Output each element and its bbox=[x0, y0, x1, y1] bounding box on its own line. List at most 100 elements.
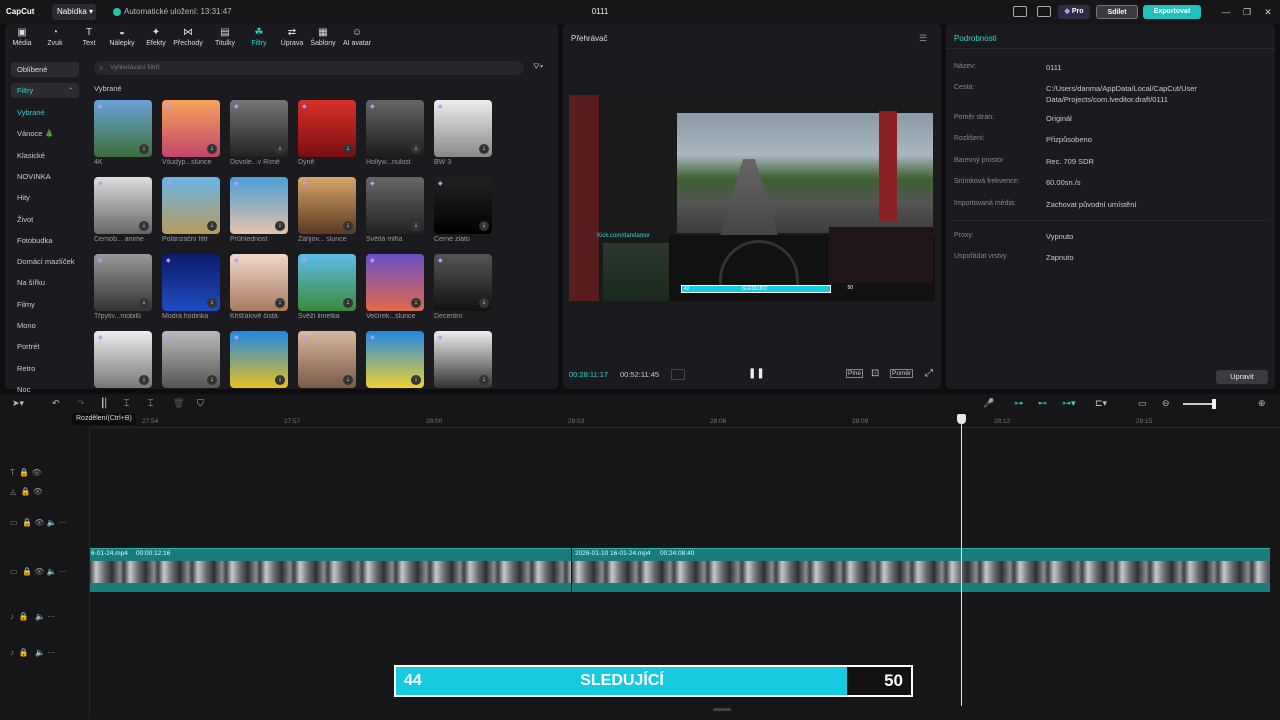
filter-category[interactable]: Vybrané bbox=[11, 105, 79, 120]
download-icon[interactable]: ↓ bbox=[411, 298, 421, 308]
tab-media[interactable]: ▣ Média bbox=[5, 28, 39, 52]
download-icon[interactable]: ↓ bbox=[479, 375, 489, 385]
download-icon[interactable]: ↓ bbox=[411, 221, 421, 231]
download-icon[interactable]: ↓ bbox=[411, 375, 421, 385]
download-icon[interactable]: ↓ bbox=[275, 375, 285, 385]
tab-effects[interactable]: ✦ Efekty bbox=[139, 28, 173, 52]
sort-filter-icon[interactable]: ⛛▾ bbox=[533, 62, 543, 72]
filter-thumbnail[interactable]: ◆ ↓ bbox=[366, 254, 424, 311]
download-icon[interactable]: ↓ bbox=[139, 221, 149, 231]
export-button[interactable]: Exportovat bbox=[1143, 5, 1201, 19]
split-right-icon[interactable]: ⌶ bbox=[148, 398, 153, 409]
split-left-icon[interactable]: ⌶ bbox=[124, 398, 129, 409]
filter-category[interactable]: Fotobudka bbox=[11, 233, 79, 248]
link-icon[interactable]: ⊶ bbox=[1014, 398, 1023, 409]
tab-templates[interactable]: ▦ Šablony bbox=[306, 28, 340, 52]
video-clip[interactable]: 6-01-24.mp4 00:00:12:16 bbox=[90, 548, 571, 592]
select-tool-icon[interactable]: ➤▾ bbox=[12, 398, 24, 409]
download-icon[interactable]: ↓ bbox=[139, 375, 149, 385]
filter-thumbnail[interactable]: ◆ ↓ bbox=[94, 177, 152, 234]
layout-icon[interactable] bbox=[1013, 6, 1027, 17]
tab-transitions[interactable]: ⋈ Přechody bbox=[171, 28, 205, 52]
filter-thumbnail[interactable]: ◆ ↓ bbox=[230, 331, 288, 388]
filter-thumbnail[interactable]: ◆ ↓ bbox=[366, 177, 424, 234]
search-input[interactable]: Vyhledávání filtrů bbox=[94, 61, 524, 75]
filter-thumbnail[interactable]: ◆ ↓ bbox=[94, 331, 152, 388]
filter-thumbnail[interactable]: ◆ ↓ bbox=[162, 331, 220, 388]
filter-category[interactable]: Portrét bbox=[11, 339, 79, 354]
playhead-handle[interactable] bbox=[957, 414, 966, 424]
filter-thumbnail[interactable]: ◆ ↓ bbox=[298, 177, 356, 234]
filter-thumbnail[interactable]: ◆ ↓ bbox=[162, 254, 220, 311]
download-icon[interactable]: ↓ bbox=[275, 298, 285, 308]
download-icon[interactable]: ↓ bbox=[411, 144, 421, 154]
redo-icon[interactable]: ↷ bbox=[77, 398, 85, 409]
microphone-icon[interactable]: 🎤 bbox=[983, 398, 994, 409]
menu-icon[interactable]: ☰ bbox=[919, 33, 927, 44]
category-filters[interactable]: Filtry ⌃ bbox=[11, 83, 79, 98]
delete-icon[interactable]: 🗑 bbox=[173, 398, 184, 409]
filter-thumbnail[interactable]: ◆ ↓ bbox=[94, 100, 152, 157]
tab-filters[interactable]: ☘ Filtry bbox=[242, 28, 276, 52]
filter-category[interactable]: Mono bbox=[11, 318, 79, 333]
screenshot-icon[interactable]: ⊡ bbox=[871, 368, 879, 379]
undo-icon[interactable]: ↶ bbox=[52, 398, 60, 409]
tab-ai-avatar[interactable]: ☺ AI avatar bbox=[340, 28, 374, 52]
pro-button[interactable]: ◆ Pro bbox=[1058, 5, 1090, 19]
tab-audio[interactable]: ◔ Zvuk bbox=[38, 28, 72, 52]
download-icon[interactable]: ↓ bbox=[207, 375, 217, 385]
filter-category[interactable]: Domácí mazlíček bbox=[11, 254, 79, 269]
timeline-grid-icon[interactable] bbox=[671, 369, 685, 380]
download-icon[interactable]: ↓ bbox=[343, 221, 353, 231]
download-icon[interactable]: ↓ bbox=[275, 221, 285, 231]
filter-thumbnail[interactable]: ◆ ↓ bbox=[298, 331, 356, 388]
download-icon[interactable]: ↓ bbox=[479, 298, 489, 308]
shortcuts-icon[interactable] bbox=[1037, 6, 1051, 17]
zoom-slider-handle[interactable] bbox=[1212, 399, 1216, 409]
filter-category[interactable]: Klasické bbox=[11, 148, 79, 163]
full-button[interactable]: Plné bbox=[846, 369, 864, 378]
download-icon[interactable]: ↓ bbox=[479, 221, 489, 231]
filter-thumbnail[interactable]: ◆ ↓ bbox=[434, 331, 492, 388]
zoom-out-icon[interactable]: ⊖ bbox=[1162, 398, 1170, 409]
snap-icon[interactable]: ⊶▾ bbox=[1062, 398, 1076, 409]
filter-category[interactable]: Vánoce 🎄 bbox=[11, 126, 79, 141]
tab-adjust[interactable]: ⇄ Úprava bbox=[275, 28, 309, 52]
filter-thumbnail[interactable]: ◆ ↓ bbox=[162, 100, 220, 157]
preview-axis-icon[interactable]: ⊏▾ bbox=[1095, 398, 1107, 409]
filter-thumbnail[interactable]: ◆ ↓ bbox=[434, 177, 492, 234]
download-icon[interactable]: ↓ bbox=[275, 144, 285, 154]
download-icon[interactable]: ↓ bbox=[139, 144, 149, 154]
tab-captions[interactable]: ▤ Titulky bbox=[208, 28, 242, 52]
download-icon[interactable]: ↓ bbox=[343, 375, 353, 385]
filter-category[interactable]: Hity bbox=[11, 190, 79, 205]
magnet-icon[interactable]: ⊷ bbox=[1038, 398, 1047, 409]
filter-thumbnail[interactable]: ◆ ↓ bbox=[434, 100, 492, 157]
panel-resize-handle[interactable] bbox=[713, 708, 731, 711]
pause-icon[interactable]: ❚❚ bbox=[748, 368, 765, 379]
download-icon[interactable]: ↓ bbox=[479, 144, 489, 154]
filter-thumbnail[interactable]: ◆ ↓ bbox=[298, 254, 356, 311]
share-button[interactable]: Sdílet bbox=[1096, 5, 1138, 19]
ruler[interactable] bbox=[90, 414, 1280, 428]
filter-thumbnail[interactable]: ◆ ↓ bbox=[230, 100, 288, 157]
close-icon[interactable]: ✕ bbox=[1261, 5, 1275, 19]
download-icon[interactable]: ↓ bbox=[343, 298, 353, 308]
download-icon[interactable]: ↓ bbox=[207, 144, 217, 154]
maximize-icon[interactable]: ❐ bbox=[1240, 5, 1254, 19]
minimize-icon[interactable]: — bbox=[1219, 5, 1233, 19]
filter-category[interactable]: Na šířku bbox=[11, 275, 79, 290]
filter-thumbnail[interactable]: ◆ ↓ bbox=[230, 254, 288, 311]
ratio-button[interactable]: Poměr bbox=[890, 369, 914, 378]
download-icon[interactable]: ↓ bbox=[343, 144, 353, 154]
download-icon[interactable]: ↓ bbox=[207, 221, 217, 231]
download-icon[interactable]: ↓ bbox=[207, 298, 217, 308]
download-icon[interactable]: ↓ bbox=[139, 298, 149, 308]
tab-text[interactable]: T Text bbox=[72, 28, 106, 52]
edit-button[interactable]: Upravit bbox=[1216, 370, 1268, 384]
filter-thumbnail[interactable]: ◆ ↓ bbox=[162, 177, 220, 234]
captions-icon[interactable]: ▭ bbox=[1138, 398, 1147, 409]
menu-button[interactable]: Nabídka ▾ bbox=[52, 4, 96, 20]
filter-category[interactable]: NOVINKA bbox=[11, 169, 79, 184]
video-clip[interactable]: 2026-01-10 16-01-24.mp4 00:24:08:40 bbox=[572, 548, 1270, 592]
